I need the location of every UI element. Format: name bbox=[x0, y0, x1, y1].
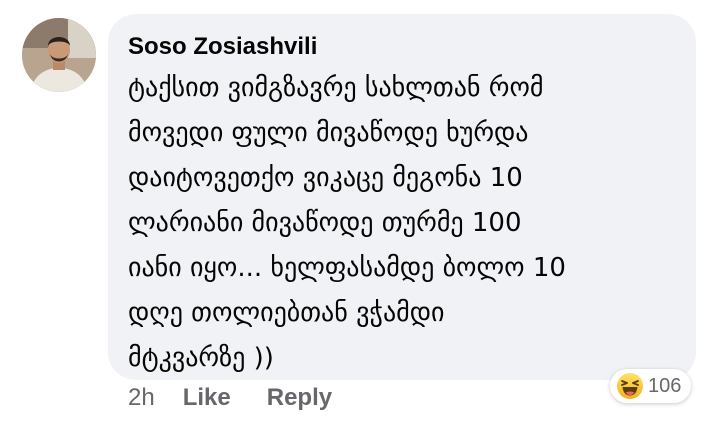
comment-text: ტაქსით ვიმგზავრე სახლთან რომ მოვედი ფული… bbox=[128, 66, 678, 381]
comment-line: დაიტოვეთქო ვიკაცე მეგონა 10 bbox=[128, 163, 523, 193]
comment-actions: 2h Like Reply bbox=[128, 381, 368, 415]
comment-line: დღე თოლიებთან ვჭამდი bbox=[128, 298, 445, 328]
reaction-summary[interactable]: 106 bbox=[610, 369, 692, 403]
comment-line: მოვედი ფული მივაწოდე ხურდა bbox=[128, 118, 529, 148]
reply-button[interactable]: Reply bbox=[267, 384, 332, 412]
haha-emoji-icon bbox=[617, 373, 643, 399]
comment-line: მტკვარზე )) bbox=[128, 343, 274, 373]
comment-line: ლარიანი მივაწოდე თურმე 100 bbox=[128, 208, 522, 238]
comment-line: იანი იყო... ხელფასამდე ბოლო 10 bbox=[128, 253, 566, 283]
timestamp[interactable]: 2h bbox=[128, 384, 155, 412]
avatar[interactable] bbox=[22, 18, 96, 92]
comment-bubble: Soso Zosiashvili ტაქსით ვიმგზავრე სახლთა… bbox=[108, 14, 696, 380]
avatar-photo bbox=[22, 18, 96, 92]
like-button[interactable]: Like bbox=[183, 384, 231, 412]
comment-line: ტაქსით ვიმგზავრე სახლთან რომ bbox=[128, 73, 544, 103]
author-name[interactable]: Soso Zosiashvili bbox=[128, 32, 678, 62]
comment: Soso Zosiashvili ტაქსით ვიმგზავრე სახლთა… bbox=[0, 0, 720, 421]
reaction-count: 106 bbox=[648, 374, 682, 397]
